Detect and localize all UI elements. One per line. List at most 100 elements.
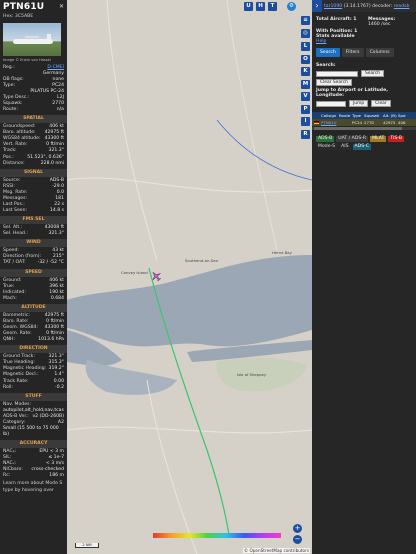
column-header[interactable] — [314, 113, 321, 118]
aircraft-callsign: PTN61U — [3, 2, 45, 12]
column-header[interactable]: Route — [339, 113, 352, 118]
search-label: Search: — [316, 63, 336, 68]
stats-block: Total Aircraft: 1 Messages: 1460 /sec — [312, 12, 416, 27]
tab-filters[interactable]: Filters — [341, 48, 364, 57]
search-row: Search — [316, 70, 412, 77]
info-sections: SPATIAL Groundspeed: 406 kt Baro. altitude:… — [0, 115, 67, 391]
map-button-o[interactable]: O — [301, 54, 310, 64]
aircraft-details: Reg.: D-CMEI Germany DB flags: none Type: PC24… — [0, 65, 67, 114]
source-badge-uat-ads-r: UAT / ADS-R — [336, 136, 369, 142]
map-button-p[interactable]: P — [301, 104, 310, 114]
info-row-value: 0.684 — [50, 295, 64, 301]
table-row[interactable]: PTN61U PC24 2770 42975 406 — [312, 119, 416, 126]
aircraft-table: Callsign Route Type Squawk Alt. (ft) Spd PTN6… — [312, 112, 416, 130]
column-header[interactable]: Alt. (ft) — [383, 113, 398, 118]
panel-tabs: Search Filters Columns — [312, 44, 416, 57]
source-badge-mode-s: Mode-S — [316, 144, 338, 150]
column-header[interactable]: Callsign — [321, 113, 339, 118]
source-badge-ads-b: ADS-B — [316, 136, 335, 142]
tar1090-link[interactable]: tar1090 — [324, 4, 342, 9]
section-title-fms-sel: FMS SEL — [0, 216, 67, 225]
info-row: Sel. Head.: 321.3° — [0, 231, 67, 237]
zoom-out-button[interactable]: − — [293, 535, 302, 544]
accuracy-row-value: 186 m — [49, 473, 64, 479]
map-button-r[interactable]: R — [301, 129, 310, 139]
map-button-i[interactable]: I — [301, 117, 310, 126]
clear-search-button[interactable]: Clear Search — [316, 79, 352, 86]
section-title-wind: WIND — [0, 239, 67, 248]
category-desc: Small (15 500 to 75 000 lb) — [3, 425, 59, 438]
map-button-l[interactable]: L — [301, 42, 310, 51]
messages-value: 1460 /sec — [368, 22, 391, 27]
jump-button[interactable]: Jump — [349, 100, 369, 107]
column-header[interactable]: Squawk — [364, 113, 383, 118]
place-label-canvey: Canvey Island — [121, 270, 148, 275]
source-legend: ADS-B UAT / ADS-R MLAT TIS-B Mode-S AIS ADS-C — [312, 130, 416, 150]
info-row-value: 14.8 s — [49, 208, 64, 214]
info-row-value: -0.2 — [55, 384, 64, 390]
table-cell: 406 — [398, 120, 406, 125]
map-attribution[interactable]: © OpenStreetMap contributors — [242, 548, 310, 553]
source-badge-tis-b: TIS-B — [388, 136, 405, 142]
section-title-speed: SPEED — [0, 268, 67, 277]
info-row: QNH: 1013.6 hPa — [0, 337, 67, 343]
column-header[interactable]: Spd — [398, 113, 410, 118]
altitude-color-legend — [153, 533, 281, 538]
source-badge-ads-c: ADS-C — [352, 144, 371, 150]
place-label-southend: Southend-on-Sea — [185, 258, 218, 263]
table-scrollbar[interactable] — [312, 127, 416, 130]
map-button-k[interactable]: K — [301, 67, 310, 76]
map-view[interactable]: Southend-on-Sea Canvey Island Isle of Sh… — [67, 0, 312, 554]
info-row-label: QNH: — [3, 337, 16, 343]
close-icon[interactable]: ✕ — [59, 3, 64, 11]
photo-credit: Image © Erwin van Hassel — [3, 57, 51, 62]
version-number: (3.14.1767) — [343, 3, 371, 9]
table-cell: PC24 — [352, 120, 363, 125]
map-button-h[interactable]: H — [256, 2, 265, 11]
section-title-stuff: STUFF — [0, 392, 67, 401]
tab-search[interactable]: Search — [316, 48, 340, 57]
detail-row-7: Route: n/a — [0, 107, 67, 113]
settings-gear-icon[interactable]: ⚙ — [287, 2, 296, 11]
aircraft-photo[interactable] — [3, 22, 61, 56]
map-button-m[interactable]: M — [301, 79, 310, 89]
info-row: Last Seen: 14.8 s — [0, 208, 67, 214]
jump-label: Jump to Airport or Latitude, Longitude: — [316, 88, 388, 98]
info-row-label: Roll: — [3, 384, 13, 390]
collapse-chevron-icon[interactable]: › — [312, 0, 322, 12]
target-icon[interactable]: ◎ — [301, 29, 310, 38]
map-button-v[interactable]: V — [301, 92, 310, 101]
layers-icon[interactable]: ≡ — [301, 16, 310, 25]
zoom-in-button[interactable]: + — [293, 524, 302, 533]
accuracy-rows: NACₚ: EPU < 3 m SIL: ≤ 1e-7 NACᵥ: < 3 m/s NICb… — [0, 449, 67, 479]
decoder-link[interactable]: readsb — [394, 4, 410, 9]
search-input[interactable] — [316, 70, 358, 77]
detail-row-7-value: n/a — [56, 107, 64, 113]
aircraft-marker-icon[interactable] — [151, 271, 161, 281]
jump-row: Jump Clear — [316, 100, 412, 107]
table-header: Callsign Route Type Squawk Alt. (ft) Spd — [312, 112, 416, 119]
aircraft-hex: Hex: 3C5ABE — [3, 13, 34, 19]
clear-search-row: Clear Search — [316, 79, 412, 86]
clear-jump-button[interactable]: Clear — [371, 100, 391, 107]
place-label-sheppey: Isle of Sheppey — [237, 372, 267, 377]
map-button-t[interactable]: T — [268, 2, 277, 11]
photo-plane-wing — [25, 35, 39, 38]
info-row-value: 228.0 nmi — [40, 160, 64, 166]
stats-secondary: With Position: 1 Stats available — [312, 27, 416, 39]
search-area: Search: Search Clear Search Jump to Airp… — [312, 57, 416, 107]
jump-input[interactable] — [316, 100, 346, 107]
info-row-label: Last Seen: — [3, 208, 28, 214]
map-button-u[interactable]: U — [244, 2, 253, 11]
flag-icon — [314, 120, 321, 125]
info-row: Mach: 0.684 — [0, 296, 67, 302]
total-aircraft: Total Aircraft: 1 — [316, 17, 357, 22]
map-canvas[interactable] — [67, 0, 312, 554]
search-button[interactable]: Search — [361, 70, 385, 77]
info-row-label: Mach: — [3, 295, 17, 301]
tab-columns[interactable]: Columns — [365, 48, 394, 57]
table-cell — [339, 120, 352, 125]
column-header[interactable]: Type — [352, 113, 364, 118]
section-title-accuracy: ACCURACY — [0, 440, 67, 449]
messages-block: Messages: 1460 /sec — [368, 17, 412, 27]
